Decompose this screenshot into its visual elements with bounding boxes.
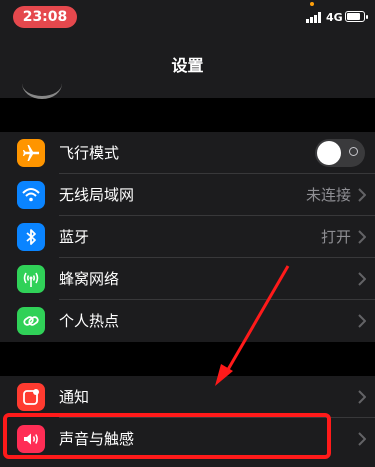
settings-row-label: 蓝牙 [59,228,90,246]
chevron-right-icon [358,314,366,328]
chevron-right-icon [358,188,366,202]
settings-row-label: 飞行模式 [59,144,120,162]
network-type: 4G [326,11,343,24]
status-bar: 23:08 4G [0,0,375,34]
settings-row-label: 通知 [59,388,90,406]
chevron-right-icon [358,390,366,404]
notification-icon [17,383,45,411]
settings-row-label: 无线局域网 [59,186,135,204]
bluetooth-icon [17,223,45,251]
settings-row-label: 个人热点 [59,312,120,330]
status-time[interactable]: 23:08 [13,6,77,28]
wifi-icon [17,181,45,209]
settings-row-bluetooth[interactable]: 蓝牙 打开 [0,216,375,258]
indicator-dot-icon [310,2,314,6]
settings-row-notifications[interactable]: 通知 [0,376,375,418]
hotspot-link-icon [17,307,45,335]
settings-group-connectivity: 飞行模式 无线局域网 未连接 蓝牙 打开 蜂窝网络 个人热点 [0,132,375,342]
settings-row-personal-hotspot[interactable]: 个人热点 [0,300,375,342]
settings-row-wifi[interactable]: 无线局域网 未连接 [0,174,375,216]
profile-row-partial[interactable] [0,84,375,99]
chevron-right-icon [358,272,366,286]
airplane-icon [17,139,45,167]
chevron-right-icon [358,432,366,446]
highlight-box [3,413,331,459]
settings-row-value: 未连接 [305,186,351,204]
settings-row-airplane-mode[interactable]: 飞行模式 [0,132,375,174]
airplane-mode-toggle[interactable] [315,139,365,167]
cellular-antenna-icon [17,265,45,293]
battery-icon [345,11,368,22]
avatar [22,68,62,99]
settings-row-cellular[interactable]: 蜂窝网络 [0,258,375,300]
settings-row-value: 打开 [320,228,351,246]
chevron-right-icon [358,230,366,244]
signal-bars-icon [306,11,324,23]
settings-row-label: 蜂窝网络 [59,270,120,288]
